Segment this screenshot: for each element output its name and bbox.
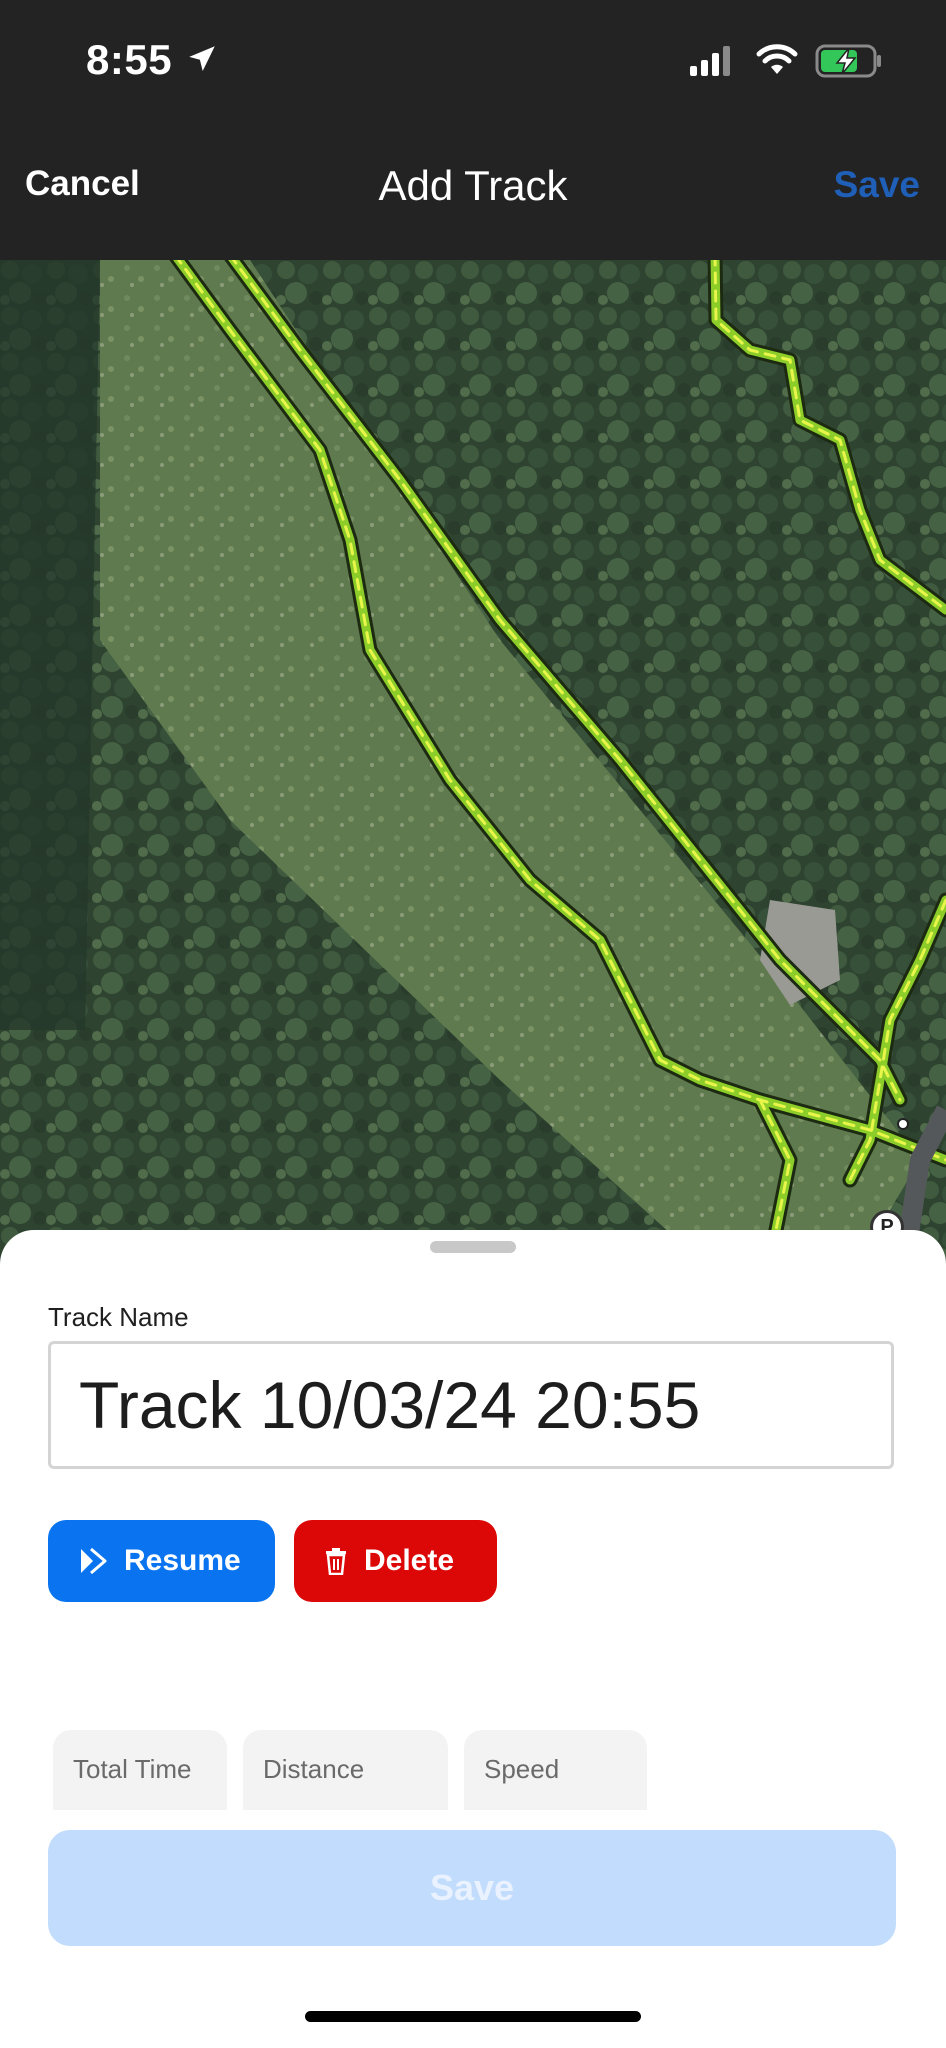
trail-junction-marker	[897, 1118, 909, 1130]
page-title: Add Track	[378, 162, 568, 209]
stat-distance: Distance	[243, 1730, 448, 1810]
status-bar: 8:55	[0, 0, 946, 124]
bottom-sheet: Track Name Resume Delete Total Time	[0, 1230, 946, 2048]
track-stats: Total Time Distance Speed	[53, 1730, 946, 1810]
sheet-grabber[interactable]	[430, 1241, 516, 1253]
resume-label: Resume	[124, 1544, 241, 1577]
stat-total-time: Total Time	[53, 1730, 227, 1810]
stat-distance-label: Distance	[263, 1754, 365, 1784]
resume-icon	[78, 1547, 108, 1575]
delete-button[interactable]: Delete	[294, 1520, 497, 1602]
navigation-bar: Cancel Add Track Save	[0, 124, 946, 260]
track-name-label: Track Name	[48, 1302, 189, 1332]
wifi-icon	[756, 44, 798, 81]
battery-charging-icon	[815, 44, 883, 83]
nav-save-button[interactable]: Save	[834, 164, 920, 206]
cellular-signal-icon	[690, 46, 736, 81]
stat-speed: Speed	[464, 1730, 647, 1810]
save-button[interactable]: Save	[48, 1830, 896, 1946]
track-name-input[interactable]	[48, 1341, 894, 1469]
location-arrow-icon	[185, 42, 219, 81]
forest-area	[0, 260, 100, 1030]
status-time: 8:55	[86, 36, 173, 83]
stat-speed-label: Speed	[484, 1754, 560, 1784]
delete-label: Delete	[364, 1544, 455, 1577]
satellite-map[interactable]: P	[0, 260, 946, 1260]
resume-button[interactable]: Resume	[48, 1520, 275, 1602]
home-indicator	[305, 2011, 641, 2022]
stat-total-time-label: Total Time	[73, 1754, 192, 1784]
trash-icon	[324, 1547, 348, 1575]
